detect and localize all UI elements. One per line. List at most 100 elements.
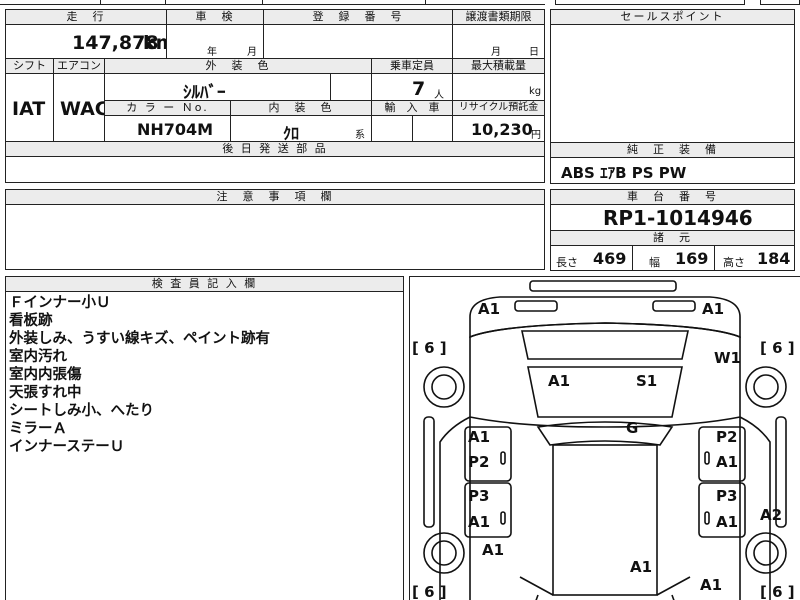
inspection-year: 年 (207, 47, 217, 58)
color-no-cell: NH704M (104, 115, 231, 142)
max-load-unit: kg (529, 86, 542, 97)
recycle-cell: 10,230 円 (452, 115, 545, 142)
color-no-header: カ ラ ー Ｎo. (104, 100, 231, 116)
caution-header: 注 意 事 項 欄 (5, 189, 545, 205)
note-line: インナーステーＵ (9, 439, 125, 455)
chassis-cell: RP1-1014946 (550, 204, 795, 231)
bonnet-outline (521, 330, 689, 360)
max-load-header: 最大積載量 (452, 58, 545, 74)
selling-points-header: セールスポイント (550, 9, 795, 25)
recycle-header: リサイクル預託金 (452, 100, 545, 116)
later-parts-cell (5, 156, 545, 183)
interior-color-suffix: 系 (355, 130, 365, 141)
capacity-unit: 人 (434, 90, 444, 101)
specs-header: 諸 元 (550, 230, 795, 246)
hood-outline (469, 322, 741, 428)
note-line: Ｆインナー小Ｕ (9, 295, 111, 311)
genuine-equipment-value: ABS ｴｱB PS PW (561, 164, 687, 182)
inspection-month: 月 (247, 47, 257, 58)
mark-l-front-door-a1: A1 (468, 428, 491, 446)
mark-r-front-door-p2: P2 (716, 428, 738, 446)
top-partial-row (0, 0, 545, 5)
mark-front-left: A1 (478, 300, 501, 318)
wheel-rr-outline (745, 532, 787, 574)
max-load-cell: kg (452, 73, 545, 101)
spec-height-label: 高さ (723, 256, 745, 269)
note-line: 室内内張傷 (9, 367, 82, 383)
mark-bracket-ur: [ 6 ] (760, 339, 795, 357)
interior-color-header: 内 装 色 (230, 100, 372, 116)
inspector-notes-cell: Ｆインナー小Ｕ 看板跡 外装しみ、うすい線キズ、ペイント跡有 室内汚れ 室内内張… (5, 291, 404, 600)
capacity-value: 7 (412, 78, 426, 100)
registration-cell (263, 24, 453, 59)
wheel-fl-outline (423, 366, 465, 408)
top-right-partial (555, 0, 745, 5)
spec-length-label: 長さ (556, 256, 578, 269)
mark-l-rear-door-a1: A1 (468, 513, 491, 531)
mark-l-rear-fender-a1: A1 (482, 541, 505, 559)
shift-header: シフト (5, 58, 54, 74)
damage-map: A1 A1 [ 6 ] [ 6 ] W1 A1 S1 G A1 P2 P3 A1… (409, 276, 800, 600)
mark-rear-a1: A1 (630, 558, 653, 576)
color-no-value: NH704M (137, 120, 214, 139)
registration-header: 登 録 番 号 (263, 9, 453, 25)
spec-height-value: 184 (757, 249, 791, 268)
recycle-value: 10,230 (471, 120, 533, 139)
mark-r-rear-a2: A2 (760, 506, 783, 524)
wheel-fr-outline (745, 366, 787, 408)
spec-width-value: 169 (675, 249, 709, 268)
interior-color-cell: ｸﾛ 系 (230, 115, 372, 143)
exterior-color-header: 外 装 色 (104, 58, 372, 74)
shift-value: IAT (12, 98, 46, 120)
selling-points-cell (550, 24, 795, 143)
shift-cell: IAT (5, 73, 54, 142)
notes-list: Ｆインナー小Ｕ 看板跡 外装しみ、うすい線キズ、ペイント跡有 室内汚れ 室内内張… (9, 294, 270, 456)
chassis-value: RP1-1014946 (603, 206, 753, 230)
capacity-header: 乗車定員 (371, 58, 453, 74)
note-line: 室内汚れ (9, 349, 67, 365)
spec-length-cell: 長さ 469 (550, 245, 633, 271)
transfer-month: 月 (491, 47, 501, 58)
chassis-header: 車 台 番 号 (550, 189, 795, 205)
mark-rear-right-a1: A1 (700, 576, 723, 594)
import-cell-b (412, 115, 453, 142)
note-line: シートしみ小、へたり (9, 403, 154, 419)
top-right-partial-2 (760, 0, 800, 5)
mark-r-front-door-a1: A1 (716, 453, 739, 471)
mark-hood-a1: A1 (548, 372, 571, 390)
note-line: 看板跡 (9, 313, 53, 329)
transfer-deadline-cell: 月 日 (452, 24, 545, 59)
note-line: 天張すれ中 (9, 385, 82, 401)
inspection-cell: 年 月 (166, 24, 264, 59)
genuine-equipment-cell: ABS ｴｱB PS PW (550, 157, 795, 184)
note-line: 外装しみ、うすい線キズ、ペイント跡有 (9, 331, 270, 347)
mark-hood-s1: S1 (636, 372, 658, 390)
mark-r-rear-door-p3: P3 (716, 487, 738, 505)
note-line: ミラーＡ (9, 421, 67, 437)
spec-height-cell: 高さ 184 (714, 245, 795, 271)
mark-l-rear-door-p3: P3 (468, 487, 490, 505)
caution-cell (5, 204, 545, 270)
mark-roof-g: G (626, 419, 639, 437)
mark-bracket-ul: [ 6 ] (412, 339, 447, 357)
spec-width-cell: 幅 169 (632, 245, 715, 271)
aircon-value: WAC (60, 98, 109, 120)
mark-w1: W1 (714, 349, 741, 367)
recycle-unit: 円 (531, 130, 541, 141)
capacity-cell: 7 人 (371, 73, 453, 101)
exterior-color-extra-cell (330, 73, 372, 101)
mileage-header: 走 行 (5, 9, 167, 25)
import-header: 輸 入 車 (371, 100, 453, 116)
transfer-deadline-header: 譲渡書類期限 (452, 9, 545, 25)
mark-front-right: A1 (702, 300, 725, 318)
mark-l-front-door-p2: P2 (468, 453, 490, 471)
spec-width-label: 幅 (649, 256, 660, 269)
mark-r-rear-door-a1: A1 (716, 513, 739, 531)
exterior-color-cell: ｼﾙﾊﾞｰ (104, 73, 331, 103)
spec-length-value: 469 (593, 249, 627, 268)
mark-bracket-ll: [ 6 ] (412, 583, 447, 600)
later-parts-header: 後 日 発 送 部 品 (5, 141, 545, 157)
mark-bracket-lr: [ 6 ] (760, 583, 795, 600)
aircon-header: エアコン (53, 58, 105, 74)
aircon-cell: WAC (53, 73, 109, 142)
